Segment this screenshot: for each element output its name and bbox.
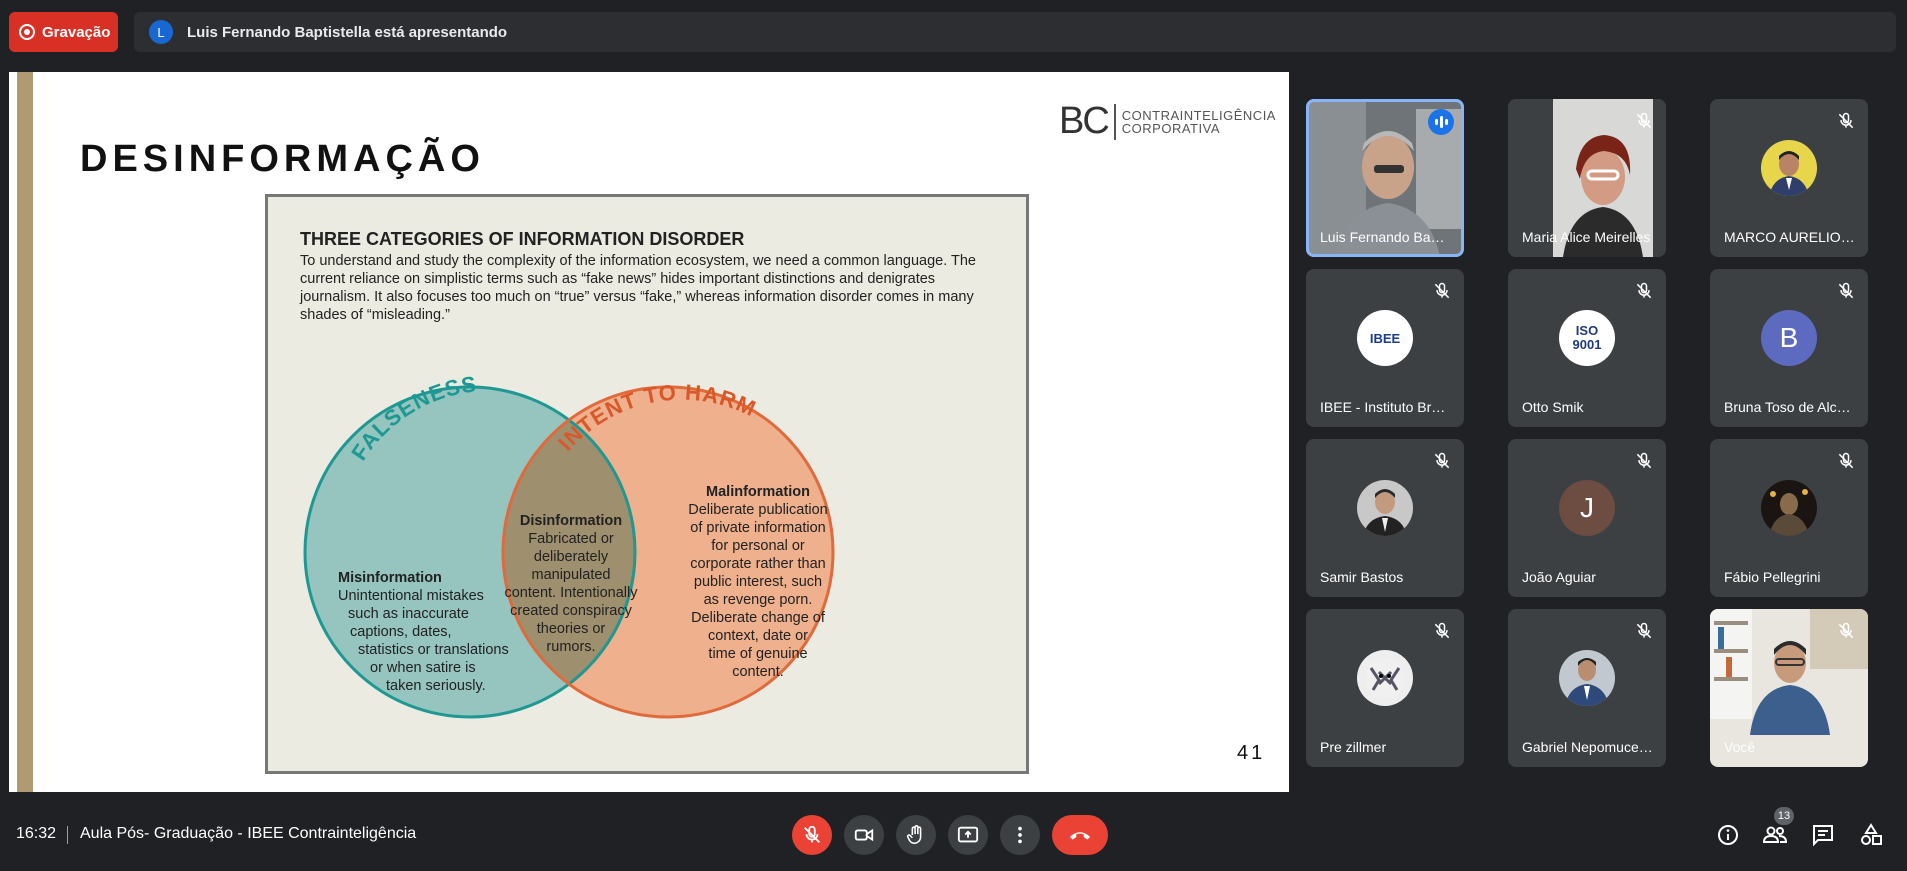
mic-off-icon — [1636, 282, 1652, 299]
participant-name: Pre zillmer — [1320, 739, 1387, 755]
participant-name: Fábio Pellegrini — [1724, 569, 1821, 585]
mic-off-icon — [804, 825, 820, 843]
participant-tile[interactable]: MARCO AURELIO MO... — [1710, 99, 1868, 257]
presenter-avatar: L — [149, 20, 173, 44]
camera-toggle-button[interactable] — [844, 815, 884, 855]
mic-off-icon — [1838, 452, 1854, 469]
presenter-text: Luis Fernando Baptistella está apresenta… — [187, 23, 508, 41]
participant-avatar: ISO 9001 — [1559, 310, 1615, 366]
leave-call-button[interactable] — [1052, 815, 1108, 855]
mic-off-icon — [1434, 622, 1450, 639]
participant-name: João Aguiar — [1522, 569, 1596, 585]
logo-divider — [1113, 103, 1116, 140]
misinformation-block: Misinformation Unintentional mistakes su… — [338, 570, 509, 694]
participant-name: Otto Smik — [1522, 399, 1584, 415]
participant-avatar — [1357, 480, 1413, 536]
participant-name: MARCO AURELIO MO... — [1724, 229, 1856, 245]
slide-accent-bar — [17, 72, 33, 792]
participant-tile[interactable]: Fábio Pellegrini — [1710, 439, 1868, 597]
participant-name: Gabriel Nepomuceno — [1522, 739, 1654, 755]
people-icon — [1762, 826, 1788, 843]
participant-name: Samir Bastos — [1320, 569, 1404, 585]
mic-toggle-button[interactable] — [792, 815, 832, 855]
info-icon — [1718, 825, 1738, 845]
participant-avatar — [1761, 140, 1817, 196]
clock: 16:32 — [16, 825, 57, 842]
participant-name: Bruna Toso de Alcânt... — [1724, 399, 1856, 415]
participant-tile[interactable]: Pre zillmer — [1306, 609, 1464, 767]
participant-tile[interactable]: J João Aguiar — [1508, 439, 1666, 597]
recording-button[interactable]: Gravação — [9, 12, 118, 52]
participant-tile[interactable]: Maria Alice Meirelles — [1508, 99, 1666, 257]
chat-icon — [1813, 825, 1833, 847]
participant-name: Luis Fernando Baptist... — [1320, 229, 1452, 245]
participant-tile[interactable]: Gabriel Nepomuceno — [1508, 609, 1666, 767]
activities-icon — [1861, 823, 1882, 845]
participant-tile[interactable]: Luis Fernando Baptist... — [1306, 99, 1464, 257]
mic-off-icon — [1434, 452, 1450, 469]
presentation-slide: DESINFORMAÇÃO BC CONTRAINTELIGÊNCIA CORP… — [9, 72, 1289, 792]
meeting-title: Aula Pós- Graduação - IBEE Contraintelig… — [80, 825, 417, 842]
presenter-banner: L Luis Fernando Baptistella está apresen… — [134, 12, 1896, 52]
meeting-details-button[interactable] — [1713, 820, 1743, 850]
mic-off-icon — [1838, 282, 1854, 299]
logo-line2: CORPORATIVA — [1121, 120, 1220, 136]
divider — [67, 826, 68, 844]
mic-off-icon — [1636, 452, 1652, 469]
participant-avatar — [1761, 480, 1817, 536]
mic-off-icon — [1434, 282, 1450, 299]
mic-off-icon — [1838, 622, 1854, 639]
participant-tile[interactable]: IBEE IBEE - Instituto Brasile... — [1306, 269, 1464, 427]
end-call-icon — [1069, 832, 1091, 840]
more-icon — [1018, 826, 1022, 844]
activities-button[interactable] — [1856, 820, 1886, 850]
logo-text: CONTRAINTELIGÊNCIA CORPORATIVA — [1122, 109, 1276, 135]
recording-label: Gravação — [42, 23, 111, 41]
more-options-button[interactable] — [1000, 815, 1040, 855]
participant-avatar — [1559, 650, 1615, 706]
participant-avatar: IBEE — [1357, 310, 1413, 366]
slide-page-number: 41 — [1237, 742, 1266, 764]
participant-tile[interactable]: Você — [1710, 609, 1868, 767]
mic-off-icon — [1838, 112, 1854, 129]
participant-tile[interactable]: Samir Bastos — [1306, 439, 1464, 597]
slide-title: DESINFORMAÇÃO — [80, 138, 485, 180]
camera-icon — [854, 828, 874, 842]
speaking-indicator-icon — [1428, 109, 1454, 135]
disinformation-block: Disinformation Fabricated or deliberatel… — [504, 513, 638, 655]
raise-hand-icon — [906, 825, 922, 845]
mic-off-icon — [1636, 112, 1652, 129]
people-button[interactable] — [1760, 820, 1790, 850]
participant-tile[interactable]: ISO 9001 Otto Smik — [1508, 269, 1666, 427]
participant-name: Maria Alice Meirelles — [1522, 229, 1651, 245]
logo-letters: BC — [1059, 100, 1110, 142]
raise-hand-button[interactable] — [896, 815, 936, 855]
participant-avatar: B — [1761, 310, 1817, 366]
bc-logo: BC CONTRAINTELIGÊNCIA CORPORATIVA — [1059, 100, 1276, 143]
malinformation-block: Malinformation Deliberate publication of… — [688, 484, 828, 680]
participant-avatar: J — [1559, 480, 1615, 536]
participant-avatar — [1357, 650, 1413, 706]
mic-off-icon — [1636, 622, 1652, 639]
participant-tile[interactable]: B Bruna Toso de Alcânt... — [1710, 269, 1868, 427]
information-disorder-figure: THREE CATEGORIES OF INFORMATION DISORDER… — [265, 194, 1029, 774]
participant-name: IBEE - Instituto Brasile... — [1320, 399, 1452, 415]
participant-name: Você — [1724, 739, 1756, 755]
present-button[interactable] — [948, 815, 988, 855]
present-icon — [957, 826, 979, 843]
record-icon — [19, 24, 35, 40]
chat-button[interactable] — [1808, 820, 1838, 850]
